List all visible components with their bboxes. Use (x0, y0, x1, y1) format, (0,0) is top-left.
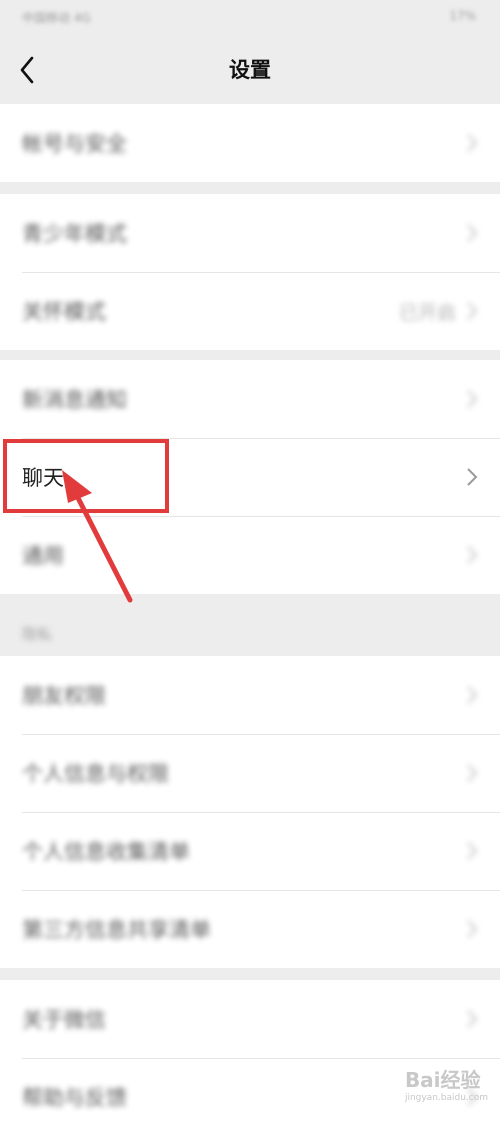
row-label: 新消息通知 (22, 388, 127, 412)
settings-row-chat[interactable]: 聊天 (0, 438, 500, 516)
chevron-right-icon (467, 468, 478, 486)
settings-row-care-mode[interactable]: 关怀模式 已开启 (0, 272, 500, 350)
watermark-text: Bai经验 (404, 1068, 481, 1092)
settings-row-teen-mode[interactable]: 青少年模式 (0, 194, 500, 272)
page-title: 设置 (229, 58, 271, 82)
settings-group-account: 帐号与安全 (0, 104, 500, 182)
row-label: 个人信息收集清单 (22, 840, 190, 864)
settings-group-about: 关于微信 帮助与反馈 (0, 980, 500, 1136)
settings-row-personal-info-collection[interactable]: 个人信息收集清单 (0, 812, 500, 890)
baidu-watermark: Bai经验 jingyan.baidu.com (405, 1064, 488, 1103)
settings-row-about-wechat[interactable]: 关于微信 (0, 980, 500, 1058)
settings-group-modes: 青少年模式 关怀模式 已开启 (0, 194, 500, 350)
settings-row-third-party-sharing[interactable]: 第三方信息共享清单 (0, 890, 500, 968)
nav-bar: 设置 (0, 36, 500, 104)
row-label: 关怀模式 (22, 300, 106, 324)
row-label: 朋友权限 (22, 684, 106, 708)
chevron-right-icon (467, 134, 478, 152)
chevron-right-icon (467, 686, 478, 704)
battery-label: 17% (449, 9, 476, 23)
settings-row-personal-info-permissions[interactable]: 个人信息与权限 (0, 734, 500, 812)
row-label: 通用 (22, 544, 64, 568)
section-header-privacy: 隐私 (22, 625, 53, 643)
chevron-right-icon (467, 842, 478, 860)
watermark-url: jingyan.baidu.com (404, 1093, 488, 1103)
settings-row-friend-permissions[interactable]: 朋友权限 (0, 656, 500, 734)
settings-row-account-security[interactable]: 帐号与安全 (0, 104, 500, 182)
settings-group-privacy: 朋友权限 个人信息与权限 个人信息收集清单 第三方信息共享清单 (0, 656, 500, 968)
chevron-right-icon (467, 546, 478, 564)
carrier-label: 中国移动 4G (22, 11, 91, 25)
row-label: 帮助与反馈 (22, 1086, 127, 1110)
row-value: 已开启 (398, 302, 456, 324)
chevron-right-icon (467, 390, 478, 408)
row-label: 关于微信 (22, 1008, 106, 1032)
settings-group-general: 新消息通知 聊天 通用 (0, 360, 500, 594)
status-bar: 中国移动 4G 17% (0, 0, 500, 36)
row-label: 个人信息与权限 (22, 762, 169, 786)
settings-row-new-message-notification[interactable]: 新消息通知 (0, 360, 500, 438)
settings-row-general[interactable]: 通用 (0, 516, 500, 594)
chevron-right-icon (467, 1010, 478, 1028)
row-label: 青少年模式 (22, 222, 127, 246)
chevron-right-icon (467, 764, 478, 782)
chevron-right-icon (467, 224, 478, 242)
chevron-right-icon (467, 302, 478, 320)
row-label: 帐号与安全 (22, 132, 127, 156)
row-label: 聊天 (22, 466, 64, 490)
row-label: 第三方信息共享清单 (22, 918, 211, 942)
chevron-right-icon (467, 920, 478, 938)
